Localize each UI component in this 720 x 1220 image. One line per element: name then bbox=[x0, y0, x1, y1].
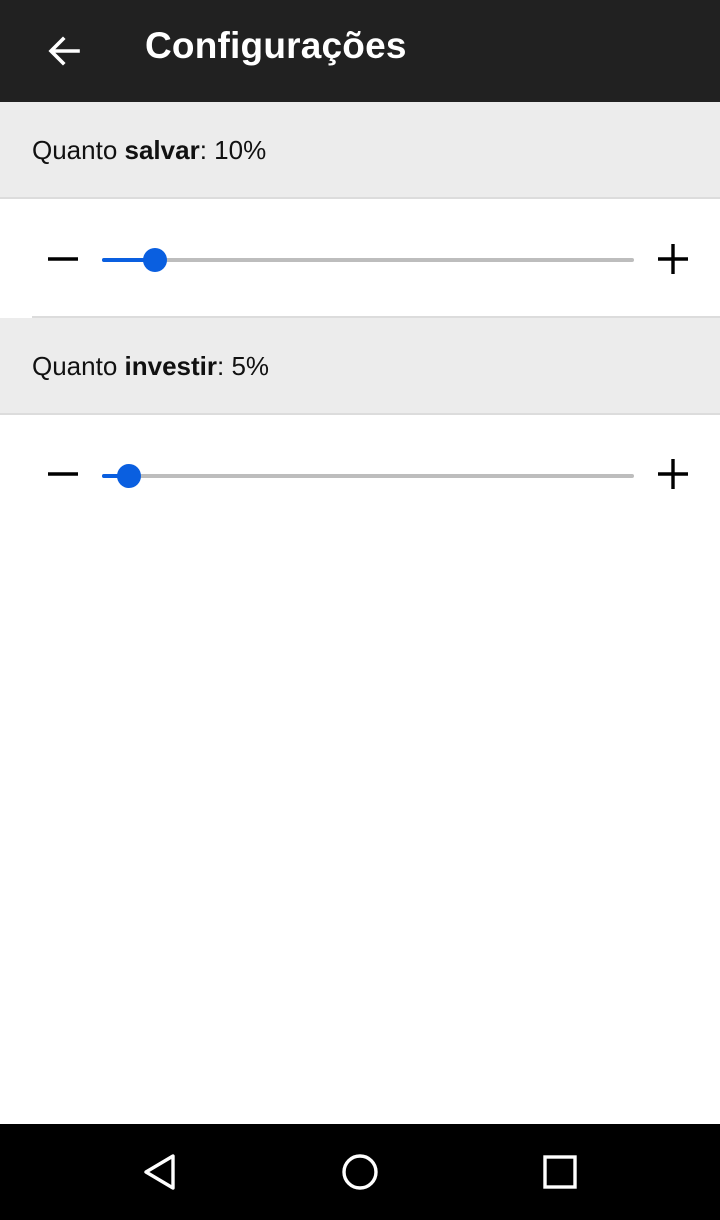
save-slider-row bbox=[0, 200, 720, 318]
invest-setting-label: Quanto investir: 5% bbox=[32, 318, 269, 415]
minus-icon bbox=[48, 257, 78, 261]
save-slider[interactable] bbox=[102, 248, 634, 272]
plus-icon bbox=[658, 459, 688, 489]
triangle-back-icon bbox=[144, 1154, 175, 1190]
nav-home-button[interactable] bbox=[332, 1144, 388, 1200]
invest-decrease-button[interactable] bbox=[31, 442, 95, 506]
app-bar: Configurações bbox=[0, 0, 720, 102]
plus-icon bbox=[658, 244, 688, 274]
back-button[interactable] bbox=[28, 15, 100, 87]
invest-label-separator: : bbox=[217, 351, 232, 381]
invest-increase-button[interactable] bbox=[641, 442, 705, 506]
save-label-keyword: salvar bbox=[124, 135, 200, 165]
nav-recents-button[interactable] bbox=[532, 1144, 588, 1200]
invest-setting-header: Quanto investir: 5% bbox=[0, 318, 720, 415]
invest-slider-row bbox=[0, 416, 720, 534]
circle-home-icon bbox=[342, 1154, 378, 1190]
save-increase-button[interactable] bbox=[641, 227, 705, 291]
invest-value: 5% bbox=[231, 351, 270, 381]
system-nav-bar bbox=[0, 1124, 720, 1220]
invest-slider-thumb[interactable] bbox=[117, 464, 141, 488]
minus-icon bbox=[48, 472, 78, 476]
save-slider-thumb[interactable] bbox=[143, 248, 167, 272]
page-title: Configurações bbox=[145, 25, 407, 66]
save-setting-label: Quanto salvar: 10% bbox=[32, 102, 266, 199]
square-recents-icon bbox=[543, 1155, 577, 1189]
nav-back-button[interactable] bbox=[132, 1144, 188, 1200]
invest-label-keyword: investir bbox=[124, 351, 218, 381]
save-label-separator: : bbox=[199, 135, 215, 165]
arrow-left-icon bbox=[48, 36, 80, 66]
save-value: 10% bbox=[214, 135, 267, 165]
save-label-prefix: Quanto bbox=[32, 135, 125, 165]
invest-slider[interactable] bbox=[102, 464, 634, 488]
invest-label-prefix: Quanto bbox=[32, 351, 125, 381]
save-setting-header: Quanto salvar: 10% bbox=[0, 102, 720, 199]
save-decrease-button[interactable] bbox=[31, 227, 95, 291]
